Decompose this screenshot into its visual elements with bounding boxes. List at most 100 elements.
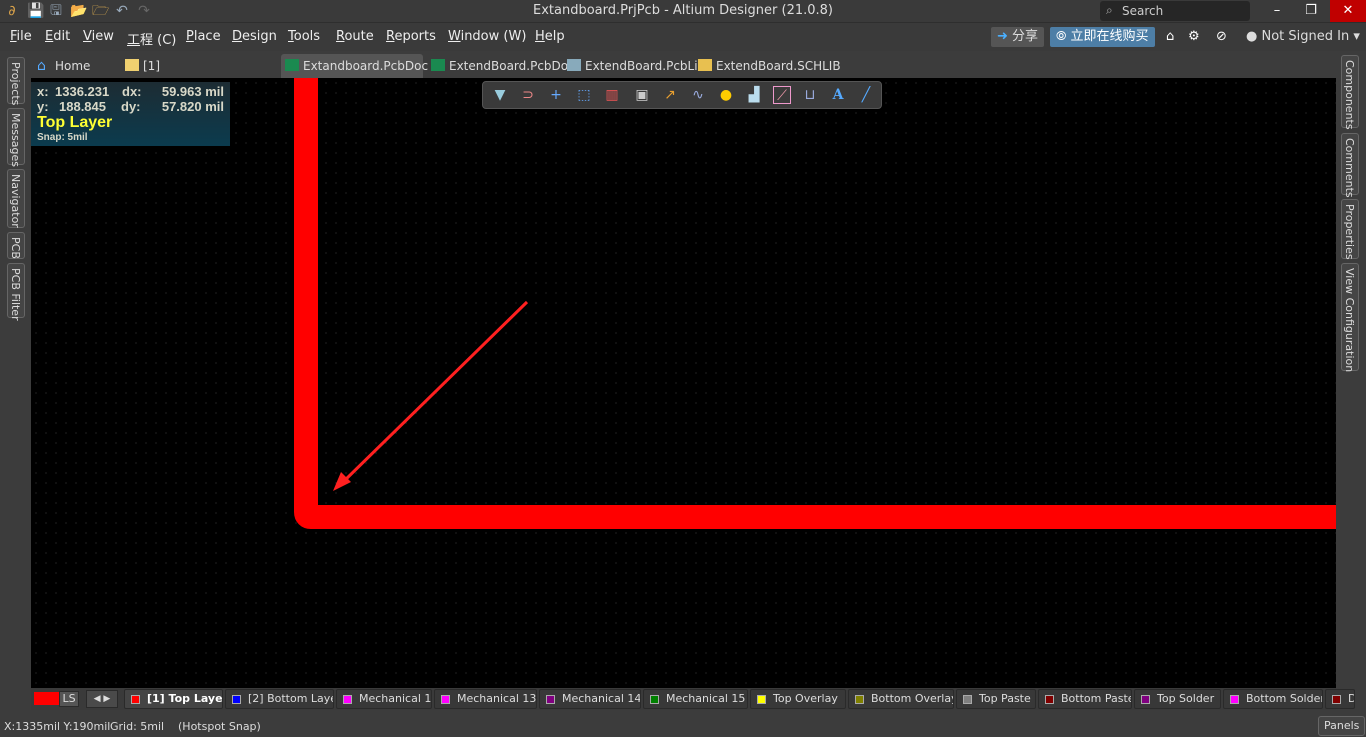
status-bar: X:1335mil Y:190mil Grid: 5mil (Hotspot S…: [0, 714, 1366, 737]
polygon-icon[interactable]: ▟: [745, 86, 763, 104]
layer-tab[interactable]: Top Paste: [956, 689, 1036, 709]
user-menu[interactable]: ● Not Signed In ▾: [1240, 27, 1366, 47]
panel-tab-label: Messages: [9, 113, 22, 167]
layer-tab[interactable]: [1] Top Layer: [124, 689, 223, 709]
current-layer-color-swatch[interactable]: [34, 692, 59, 705]
tab-pcblib[interactable]: ExtendBoard.PcbLib: [563, 54, 705, 78]
notifications-off-icon[interactable]: ⊘: [1210, 27, 1233, 47]
layer-tab-label: Mechanical 15: [666, 692, 746, 705]
diff-pair-icon[interactable]: ∿: [689, 86, 707, 104]
layer-tab-label: Mechanical 13: [457, 692, 537, 705]
tab-label: ExtendBoard.SCHLIB: [716, 59, 841, 73]
hud-dy-label: dy:: [121, 99, 141, 114]
panel-tab-label: View Configuration: [1343, 268, 1356, 373]
menu-edit[interactable]: Edit: [45, 29, 70, 44]
panel-tab-projects[interactable]: Projects: [7, 57, 25, 105]
chevron-down-icon: ▾: [1349, 29, 1360, 44]
menu-place[interactable]: Place: [186, 29, 221, 44]
tab-pcbdoc-active[interactable]: Extandboard.PcbDoc *: [281, 54, 428, 97]
panel-tab-properties[interactable]: Properties: [1341, 199, 1359, 260]
layer-tabs-bar: LS ◀ ▶ [1] Top Layer [2] Bottom Layer Mechan…: [31, 688, 1355, 710]
user-label: Not Signed In: [1261, 29, 1350, 44]
panel-tab-pcb-filter[interactable]: PCB Filter: [7, 263, 25, 321]
buy-online-button[interactable]: ⦾ 立即在线购买: [1050, 27, 1155, 47]
red-trace[interactable]: [294, 78, 1336, 529]
tab-schlib[interactable]: ExtendBoard.SCHLIB: [694, 54, 841, 78]
menu-file[interactable]: File: [10, 29, 32, 44]
layer-tab[interactable]: Top Solder: [1134, 689, 1221, 709]
panel-tab-navigator[interactable]: Navigator: [7, 169, 25, 228]
panel-tab-messages[interactable]: Messages: [7, 108, 25, 167]
layer-tab[interactable]: Top Overlay: [750, 689, 846, 709]
tab-schdoc[interactable]: [1] Extandboard.SchDoc *: [121, 54, 279, 97]
menu-help[interactable]: Help: [535, 29, 565, 44]
layer-tab[interactable]: Mechanical 1: [336, 689, 432, 709]
tab-home-page[interactable]: ⌂Home Page: [33, 54, 119, 97]
layer-set-button[interactable]: LS: [59, 691, 79, 707]
text-icon[interactable]: A: [829, 86, 847, 104]
align-icon[interactable]: ▥: [603, 86, 621, 104]
layer-tab[interactable]: Bottom Solder: [1223, 689, 1323, 709]
layer-tab[interactable]: Mechanical 14: [539, 689, 641, 709]
dimension-icon[interactable]: ⊔: [801, 86, 819, 104]
pcb-drawing: [294, 78, 1336, 529]
menu-tools[interactable]: Tools: [288, 29, 320, 44]
panel-tab-view-configuration[interactable]: View Configuration: [1341, 263, 1359, 373]
tab-extendboard-pcbdoc[interactable]: ExtendBoard.PcbDoc: [427, 54, 575, 78]
layer-tab[interactable]: D: [1325, 689, 1355, 709]
menu-project[interactable]: 工程 (C): [127, 29, 176, 48]
menu-window[interactable]: Window (W): [448, 29, 526, 44]
select-rect-icon[interactable]: ⬚: [575, 86, 593, 104]
title-bar: ∂ 💾 🖫 📂 🗁 ↶ ↷ Extandboard.PrjPcb - Altiu…: [0, 0, 1366, 22]
route-icon[interactable]: ↗: [661, 86, 679, 104]
layer-tab[interactable]: Bottom Overlay: [848, 689, 954, 709]
filter-icon[interactable]: ▼: [491, 86, 509, 104]
tab-label: ExtendBoard.PcbLib: [585, 59, 706, 73]
minimize-button[interactable]: –: [1262, 0, 1292, 22]
restore-button[interactable]: ❐: [1296, 0, 1326, 22]
line-icon[interactable]: ╱: [857, 86, 875, 104]
share-icon: ➜: [997, 29, 1013, 44]
close-button[interactable]: ✕: [1330, 0, 1366, 22]
layer-tab[interactable]: Mechanical 15: [643, 689, 748, 709]
panels-button[interactable]: Panels: [1318, 716, 1366, 736]
panel-tab-label: Comments: [1343, 138, 1356, 198]
layer-tab[interactable]: [2] Bottom Layer: [225, 689, 334, 709]
pcb-canvas[interactable]: [31, 78, 1336, 688]
layer-tab-label: Mechanical 14: [562, 692, 641, 705]
crosshair-icon[interactable]: +: [547, 86, 565, 104]
layer-color-swatch: [343, 695, 352, 704]
hud-x-value: 1336.231: [55, 84, 110, 99]
layer-color-swatch: [1045, 695, 1054, 704]
search-input[interactable]: ⌕ Search: [1100, 1, 1250, 21]
hud-x-label: x:: [37, 84, 49, 99]
layer-scroll-buttons[interactable]: ◀ ▶: [86, 690, 118, 708]
layer-tab[interactable]: Mechanical 13: [434, 689, 537, 709]
layer-tab-label: Bottom Paste: [1061, 692, 1132, 705]
heads-up-display: x: 1336.231 dx: 59.963 mil y: 188.845 dy: 57.8…: [31, 82, 230, 146]
status-coordinates: X:1335mil Y:190mil: [4, 720, 111, 733]
component-icon[interactable]: ▣: [633, 86, 651, 104]
layer-tab-label: Bottom Overlay: [871, 692, 954, 705]
home-icon[interactable]: ⌂: [1160, 27, 1180, 47]
menu-view[interactable]: View: [83, 29, 114, 44]
layer-tab-label: D: [1348, 692, 1354, 705]
hud-dx-value: 59.963 mil: [161, 84, 224, 99]
panel-tab-comments[interactable]: Comments: [1341, 133, 1359, 198]
layer-color-swatch: [757, 695, 766, 704]
menu-route[interactable]: Route: [336, 29, 374, 44]
interactive-routing-icon[interactable]: ⊃: [519, 86, 537, 104]
layer-tab[interactable]: Bottom Paste: [1038, 689, 1132, 709]
menu-reports[interactable]: Reports: [386, 29, 436, 44]
panel-tab-label: PCB: [9, 237, 22, 259]
tab-label: ExtendBoard.PcbDoc: [449, 59, 575, 73]
share-button[interactable]: ➜ 分享: [991, 27, 1045, 47]
menu-design[interactable]: Design: [232, 29, 277, 44]
gear-icon[interactable]: ⚙: [1182, 27, 1206, 47]
pcbdoc-icon: [285, 59, 299, 71]
layer-tab-label: Bottom Solder: [1246, 692, 1323, 705]
panel-tab-components[interactable]: Components: [1341, 55, 1359, 130]
net-icon[interactable]: ⟋: [773, 86, 791, 104]
panel-tab-pcb[interactable]: PCB: [7, 232, 25, 259]
via-icon[interactable]: ●: [717, 86, 735, 104]
